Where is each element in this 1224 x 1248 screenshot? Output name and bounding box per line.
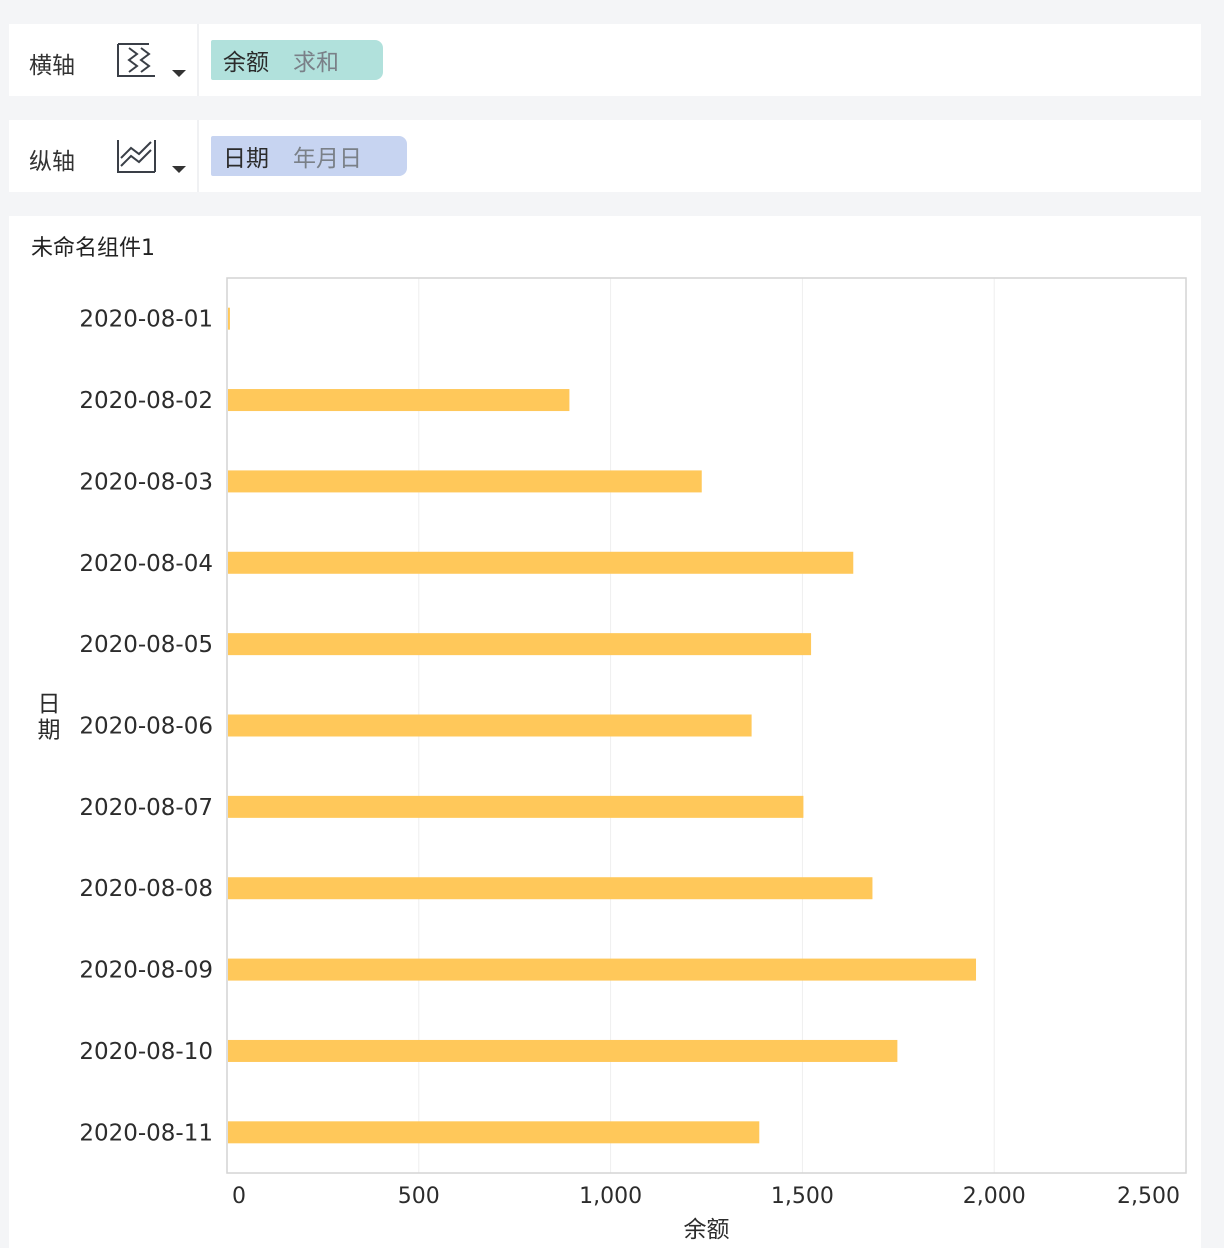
category-tick-label: 2020-08-06: [79, 714, 213, 740]
x-tick-label: 500: [398, 1184, 440, 1209]
y-axis-field-pill[interactable]: 日期 年月日: [211, 136, 407, 176]
x-axis-title: 余额: [684, 1217, 730, 1243]
bar-horizontal-chart-icon: [117, 43, 155, 77]
category-tick-label: 2020-08-07: [79, 795, 213, 821]
x-axis-field-name: 余额: [223, 50, 269, 76]
bar: [228, 470, 702, 493]
bar: [228, 795, 804, 818]
chevron-down-icon: [172, 166, 186, 173]
category-tick-label: 2020-08-05: [79, 632, 213, 658]
y-axis-config-row: 纵轴 日期 年月日: [9, 120, 1201, 192]
category-tick-label: 2020-08-03: [79, 469, 213, 495]
chart-widget: 未命名组件1 2020-08-01 2020-08-02 2020-08-03 202…: [9, 216, 1201, 1248]
bar: [228, 1039, 898, 1062]
category-tick-label: 2020-08-01: [79, 307, 213, 333]
bar: [228, 1121, 760, 1144]
bar: [228, 307, 230, 330]
x-tick-label: 1,000: [579, 1184, 642, 1209]
x-axis-label: 横轴: [29, 53, 75, 79]
y-axis-chart-type-button[interactable]: [115, 136, 186, 180]
bar: [228, 958, 977, 981]
x-axis-field-pill[interactable]: 余额 求和: [211, 40, 383, 80]
bar: [228, 714, 752, 737]
category-tick-label: 2020-08-11: [79, 1120, 213, 1146]
chevron-down-icon: [172, 70, 186, 77]
category-tick-label: 2020-08-10: [79, 1039, 213, 1065]
y-axis-title: 日期: [38, 692, 61, 744]
line-area-chart-icon: [117, 140, 156, 173]
x-tick-label: 2,500: [1117, 1184, 1180, 1209]
x-tick-label: 0: [232, 1184, 246, 1209]
x-axis-config-row: 横轴 余额 求和: [9, 24, 1201, 96]
x-tick-label: 2,000: [963, 1184, 1026, 1209]
category-tick-label: 2020-08-08: [79, 876, 213, 902]
bar: [228, 633, 812, 656]
bar-chart: 2020-08-01 2020-08-02 2020-08-03 2020-08-04…: [38, 277, 1187, 1243]
category-tick-label: 2020-08-02: [79, 388, 213, 414]
bar: [228, 877, 873, 900]
x-tick-label: 1,500: [771, 1184, 834, 1209]
y-axis-label: 纵轴: [29, 149, 75, 175]
bar: [228, 551, 854, 574]
y-axis-field-name: 日期: [223, 146, 269, 172]
row-divider: [197, 24, 199, 96]
row-divider: [197, 120, 199, 192]
x-axis-aggregation: 求和: [293, 50, 339, 76]
category-tick-label: 2020-08-04: [79, 551, 213, 577]
bar: [228, 389, 570, 412]
y-axis-aggregation: 年月日: [293, 146, 362, 172]
x-axis-chart-type-button[interactable]: [115, 40, 186, 84]
category-tick-label: 2020-08-09: [79, 958, 213, 984]
